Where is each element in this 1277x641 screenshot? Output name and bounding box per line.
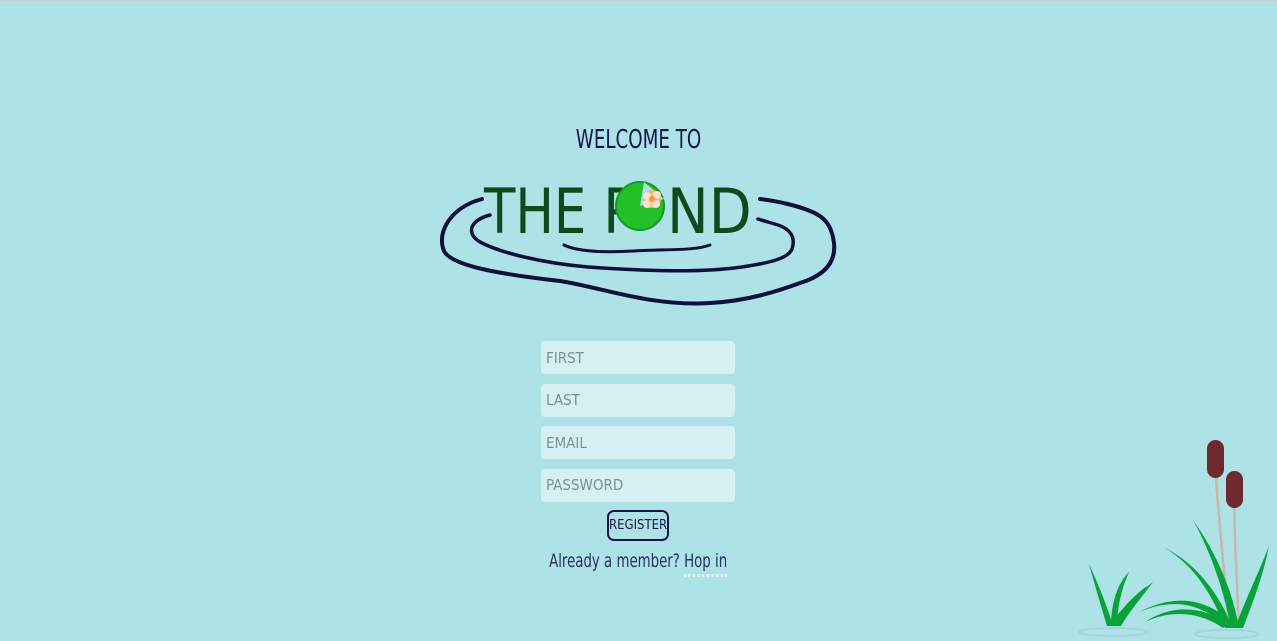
cattail-decoration xyxy=(1075,436,1277,641)
welcome-heading: Welcome to xyxy=(575,125,702,155)
lily-pad-icon xyxy=(615,181,665,231)
first-name-field[interactable] xyxy=(541,341,735,374)
last-name-field[interactable] xyxy=(541,383,735,417)
logo-text-nd: ND xyxy=(667,175,752,248)
registration-page: Welcome to THE P xyxy=(0,0,1277,641)
logo-text-the: THE xyxy=(483,177,586,249)
the-pond-logo: THE P ND xyxy=(438,169,840,311)
register-button[interactable]: REGISTER xyxy=(607,510,669,541)
registration-form xyxy=(541,341,735,511)
already-member-text: Already a member? xyxy=(549,550,681,572)
password-field[interactable] xyxy=(541,468,735,502)
hop-in-link[interactable]: Hop in xyxy=(684,550,728,577)
email-field[interactable] xyxy=(541,426,735,459)
